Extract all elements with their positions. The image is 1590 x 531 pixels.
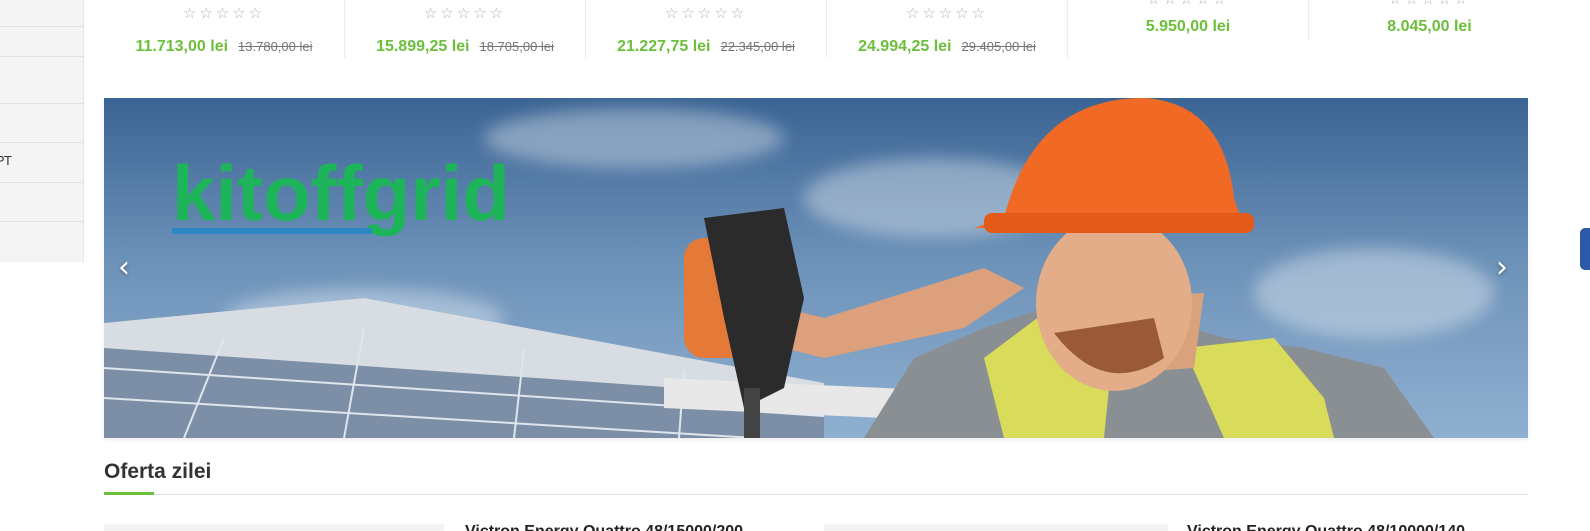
product-old-price: 29.405,00 lei [961, 39, 1036, 54]
product-card[interactable]: ☆☆☆☆☆ 24.994,25 lei 29.405,00 lei [827, 0, 1068, 58]
rating-stars: ☆☆☆☆☆ [1068, 0, 1308, 8]
product-card[interactable]: ☆☆☆☆☆ 15.899,25 lei 18.705,00 lei [345, 0, 586, 58]
side-feedback-tab[interactable] [1580, 228, 1590, 270]
sidebar-item-label[interactable]: PT [0, 154, 12, 168]
rating-stars: ☆☆☆☆☆ [1309, 0, 1550, 8]
product-price: 21.227,75 lei [617, 38, 711, 55]
rating-stars: ☆☆☆☆☆ [423, 4, 507, 22]
product-carousel: ☆☆☆☆☆ 11.713,00 lei 13.780,00 lei ☆☆☆☆☆ 1… [104, 0, 1528, 62]
sidebar-item[interactable] [0, 56, 84, 57]
section-accent [104, 492, 154, 495]
deal-card-image[interactable] [824, 524, 1168, 531]
sidebar-item[interactable] [0, 182, 84, 183]
product-old-price: 13.780,00 lei [238, 39, 313, 54]
section-title: Oferta zilei [104, 460, 212, 483]
product-card[interactable]: ☆☆☆☆☆ 11.713,00 lei 13.780,00 lei [104, 0, 345, 58]
product-price: 5.950,00 lei [1145, 18, 1231, 35]
logo-text: kitoffgrid [172, 150, 510, 237]
sidebar-item[interactable] [0, 142, 84, 143]
category-sidebar: PT [0, 0, 84, 262]
product-price: 11.713,00 lei [135, 38, 229, 55]
product-card[interactable]: ☆☆☆☆☆ 5.950,00 lei [1068, 0, 1309, 40]
kitoffgrid-logo: kitoffgrid [172, 150, 510, 237]
deal-card-image[interactable] [104, 524, 444, 531]
hero-image [104, 98, 1434, 438]
section-divider [104, 494, 1528, 495]
product-old-price: 18.705,00 lei [479, 39, 554, 54]
rating-stars: ☆☆☆☆☆ [905, 4, 989, 22]
product-card[interactable]: ☆☆☆☆☆ 8.045,00 lei [1309, 0, 1550, 58]
sidebar-item[interactable] [0, 26, 84, 27]
sidebar-item[interactable] [0, 221, 84, 222]
product-price: 15.899,25 lei [376, 38, 470, 55]
deal-card-title[interactable]: Victron Energy Quattro 48/10000/140 [1187, 523, 1465, 531]
rating-stars: ☆☆☆☆☆ [664, 4, 748, 22]
deal-card-title[interactable]: Victron Energy Quattro 48/15000/200 [465, 523, 743, 531]
product-card[interactable]: ☆☆☆☆☆ 21.227,75 lei 22.345,00 lei [586, 0, 827, 58]
chevron-left-icon[interactable]: ‹ [118, 250, 130, 285]
product-price: 8.045,00 lei [1387, 18, 1472, 35]
rating-stars: ☆☆☆☆☆ [182, 4, 266, 22]
product-old-price: 22.345,00 lei [720, 39, 795, 54]
sidebar-item[interactable] [0, 103, 84, 104]
hero-slider[interactable]: kitoffgrid ‹ › [104, 98, 1528, 438]
chevron-right-icon[interactable]: › [1496, 250, 1508, 285]
product-price: 24.994,25 lei [858, 38, 952, 55]
